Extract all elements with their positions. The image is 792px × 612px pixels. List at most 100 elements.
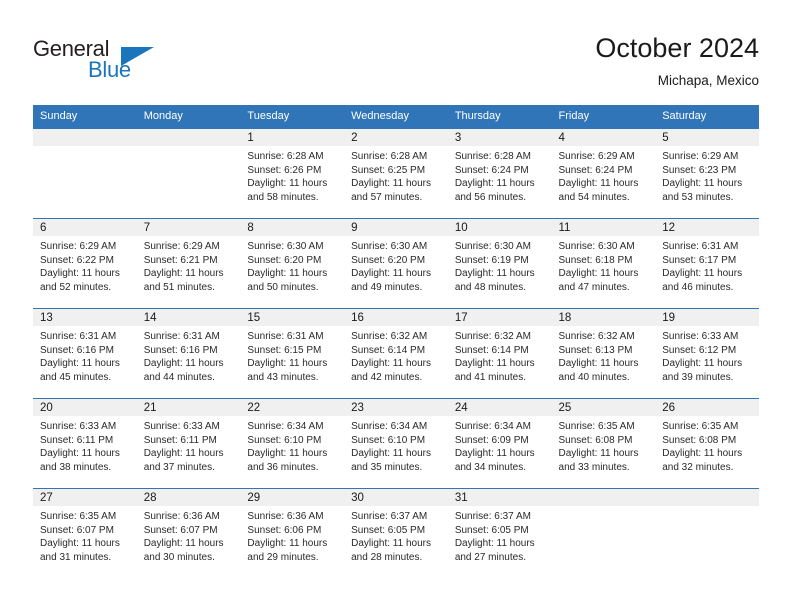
calendar-day-cell[interactable]: 27 Sunrise: 6:35 AM Sunset: 6:07 PM Dayligh… bbox=[33, 488, 137, 578]
day-cell-inner: 25 Sunrise: 6:35 AM Sunset: 6:08 PM Dayligh… bbox=[551, 399, 656, 488]
calendar-day-cell[interactable]: 24 Sunrise: 6:34 AM Sunset: 6:09 PM Dayligh… bbox=[447, 398, 552, 489]
calendar-day-cell[interactable]: 17 Sunrise: 6:32 AM Sunset: 6:14 PM Dayligh… bbox=[447, 308, 552, 399]
day-info-sunset: Sunset: 6:15 PM bbox=[247, 344, 322, 356]
calendar-day-cell[interactable]: 25 Sunrise: 6:35 AM Sunset: 6:08 PM Dayligh… bbox=[551, 398, 656, 489]
day-info: Sunrise: 6:30 AM Sunset: 6:19 PM Daylight:… bbox=[448, 236, 552, 294]
day-info-sunrise: Sunrise: 6:37 AM bbox=[351, 511, 428, 522]
day-cell-inner: 26 Sunrise: 6:35 AM Sunset: 6:08 PM Dayligh… bbox=[655, 399, 759, 488]
day-info-daylight2: and 47 minutes. bbox=[558, 281, 630, 293]
day-info-daylight2: and 50 minutes. bbox=[247, 281, 319, 293]
day-info-daylight1: Daylight: 11 hours bbox=[351, 448, 431, 460]
calendar-day-cell[interactable]: 18 Sunrise: 6:32 AM Sunset: 6:13 PM Dayligh… bbox=[551, 308, 656, 399]
day-cell-inner: 31 Sunrise: 6:37 AM Sunset: 6:05 PM Dayligh… bbox=[447, 489, 552, 578]
day-info-daylight1: Daylight: 11 hours bbox=[662, 448, 743, 460]
day-number: 6 bbox=[33, 219, 137, 236]
calendar-day-cell[interactable]: 20 Sunrise: 6:33 AM Sunset: 6:11 PM Dayligh… bbox=[33, 398, 137, 489]
calendar-day-cell[interactable]: 5 Sunrise: 6:29 AM Sunset: 6:23 PM Daylight… bbox=[655, 128, 759, 219]
day-info-daylight2: and 45 minutes. bbox=[40, 371, 112, 383]
masthead: General Blue October 2024 Michapa, Mexic… bbox=[0, 0, 792, 104]
day-cell-inner: 1 Sunrise: 6:28 AM Sunset: 6:26 PM Daylight… bbox=[240, 129, 345, 218]
day-info-sunrise: Sunrise: 6:32 AM bbox=[454, 331, 531, 342]
day-info-sunrise: Sunrise: 6:31 AM bbox=[247, 331, 324, 342]
day-info-sunset: Sunset: 6:08 PM bbox=[662, 434, 737, 446]
day-number: 20 bbox=[33, 399, 137, 416]
calendar-day-cell[interactable]: 7 Sunrise: 6:29 AM Sunset: 6:21 PM Daylight… bbox=[136, 218, 241, 309]
day-info-daylight1: Daylight: 11 hours bbox=[351, 178, 431, 190]
day-info-sunrise: Sunrise: 6:29 AM bbox=[662, 151, 739, 162]
day-info-sunrise: Sunrise: 6:30 AM bbox=[247, 241, 324, 252]
day-info-daylight1: Daylight: 11 hours bbox=[40, 538, 120, 550]
day-info-sunset: Sunset: 6:22 PM bbox=[40, 254, 114, 266]
calendar-day-cell[interactable]: 4 Sunrise: 6:29 AM Sunset: 6:24 PM Daylight… bbox=[551, 128, 656, 219]
day-info-sunrise: Sunrise: 6:28 AM bbox=[454, 151, 531, 162]
calendar-day-cell[interactable]: 3 Sunrise: 6:28 AM Sunset: 6:24 PM Daylight… bbox=[447, 128, 552, 219]
calendar-week-row: 20 Sunrise: 6:33 AM Sunset: 6:11 PM Dayligh… bbox=[33, 398, 759, 489]
calendar-day-cell[interactable]: 21 Sunrise: 6:33 AM Sunset: 6:11 PM Dayligh… bbox=[136, 398, 241, 489]
day-info-sunset: Sunset: 6:05 PM bbox=[351, 524, 426, 536]
day-info-daylight2: and 51 minutes. bbox=[143, 281, 215, 293]
day-info-sunrise: Sunrise: 6:31 AM bbox=[143, 331, 220, 342]
day-info-sunrise: Sunrise: 6:35 AM bbox=[40, 511, 117, 522]
calendar-day-cell-empty bbox=[33, 128, 137, 219]
day-info-sunrise: Sunrise: 6:30 AM bbox=[454, 241, 531, 252]
day-info-sunrise: Sunrise: 6:28 AM bbox=[247, 151, 324, 162]
day-info-sunset: Sunset: 6:18 PM bbox=[558, 254, 633, 266]
day-info-daylight2: and 30 minutes. bbox=[143, 551, 215, 563]
day-number: 19 bbox=[655, 309, 759, 326]
calendar-day-cell[interactable]: 13 Sunrise: 6:31 AM Sunset: 6:16 PM Dayligh… bbox=[33, 308, 137, 399]
day-info-daylight1: Daylight: 11 hours bbox=[40, 358, 120, 370]
day-info: Sunrise: 6:36 AM Sunset: 6:06 PM Daylight:… bbox=[240, 506, 344, 564]
calendar-day-cell[interactable]: 2 Sunrise: 6:28 AM Sunset: 6:25 PM Daylight… bbox=[344, 128, 448, 219]
calendar-day-cell[interactable]: 11 Sunrise: 6:30 AM Sunset: 6:18 PM Dayligh… bbox=[551, 218, 656, 309]
day-info-daylight1: Daylight: 11 hours bbox=[662, 268, 743, 280]
day-info-sunrise: Sunrise: 6:33 AM bbox=[662, 331, 739, 342]
day-info-daylight1: Daylight: 11 hours bbox=[143, 268, 224, 280]
weekday-header-monday: Monday bbox=[136, 105, 241, 129]
day-number: 26 bbox=[655, 399, 759, 416]
day-info-daylight2: and 57 minutes. bbox=[351, 191, 423, 203]
day-number: 31 bbox=[447, 489, 552, 506]
calendar-day-cell[interactable]: 8 Sunrise: 6:30 AM Sunset: 6:20 PM Daylight… bbox=[240, 218, 345, 309]
day-info: Sunrise: 6:32 AM Sunset: 6:14 PM Daylight:… bbox=[344, 326, 448, 384]
calendar-body: 1 Sunrise: 6:28 AM Sunset: 6:26 PM Daylight… bbox=[33, 128, 759, 578]
calendar-day-cell[interactable]: 6 Sunrise: 6:29 AM Sunset: 6:22 PM Daylight… bbox=[33, 218, 137, 309]
day-info: Sunrise: 6:35 AM Sunset: 6:07 PM Daylight:… bbox=[33, 506, 137, 564]
calendar-day-cell[interactable]: 16 Sunrise: 6:32 AM Sunset: 6:14 PM Dayligh… bbox=[344, 308, 448, 399]
calendar-day-cell[interactable]: 14 Sunrise: 6:31 AM Sunset: 6:16 PM Dayligh… bbox=[136, 308, 241, 399]
day-info-daylight1: Daylight: 11 hours bbox=[247, 178, 328, 190]
day-info-sunset: Sunset: 6:08 PM bbox=[558, 434, 633, 446]
day-cell-inner: 30 Sunrise: 6:37 AM Sunset: 6:05 PM Dayligh… bbox=[344, 489, 448, 578]
calendar-day-cell[interactable]: 12 Sunrise: 6:31 AM Sunset: 6:17 PM Dayligh… bbox=[655, 218, 759, 309]
day-info: Sunrise: 6:28 AM Sunset: 6:26 PM Daylight:… bbox=[240, 146, 344, 204]
calendar-day-cell[interactable]: 10 Sunrise: 6:30 AM Sunset: 6:19 PM Dayligh… bbox=[447, 218, 552, 309]
day-cell-inner: 2 Sunrise: 6:28 AM Sunset: 6:25 PM Daylight… bbox=[344, 129, 448, 218]
calendar-day-cell[interactable]: 29 Sunrise: 6:36 AM Sunset: 6:06 PM Dayligh… bbox=[240, 488, 345, 578]
day-number: 23 bbox=[344, 399, 448, 416]
calendar-day-cell[interactable]: 15 Sunrise: 6:31 AM Sunset: 6:15 PM Dayligh… bbox=[240, 308, 345, 399]
calendar-day-cell[interactable]: 1 Sunrise: 6:28 AM Sunset: 6:26 PM Daylight… bbox=[240, 128, 345, 219]
day-info-sunset: Sunset: 6:09 PM bbox=[454, 434, 529, 446]
calendar-day-cell[interactable]: 22 Sunrise: 6:34 AM Sunset: 6:10 PM Dayligh… bbox=[240, 398, 345, 489]
calendar-week-row: 1 Sunrise: 6:28 AM Sunset: 6:26 PM Daylight… bbox=[33, 128, 759, 219]
day-info-sunrise: Sunrise: 6:36 AM bbox=[247, 511, 324, 522]
day-info-daylight2: and 43 minutes. bbox=[247, 371, 319, 383]
brand-logo[interactable]: General Blue bbox=[33, 36, 253, 92]
calendar-day-cell[interactable]: 26 Sunrise: 6:35 AM Sunset: 6:08 PM Dayligh… bbox=[655, 398, 759, 489]
calendar-grid: Sunday Monday Tuesday Wednesday Thursday… bbox=[33, 105, 759, 578]
day-info-sunset: Sunset: 6:07 PM bbox=[143, 524, 218, 536]
calendar-day-cell[interactable]: 19 Sunrise: 6:33 AM Sunset: 6:12 PM Dayligh… bbox=[655, 308, 759, 399]
day-info-daylight2: and 52 minutes. bbox=[40, 281, 112, 293]
day-info-sunset: Sunset: 6:07 PM bbox=[40, 524, 114, 536]
calendar-day-cell[interactable]: 30 Sunrise: 6:37 AM Sunset: 6:05 PM Dayligh… bbox=[344, 488, 448, 578]
day-cell-inner: 21 Sunrise: 6:33 AM Sunset: 6:11 PM Dayligh… bbox=[136, 399, 241, 488]
day-info: Sunrise: 6:30 AM Sunset: 6:20 PM Daylight:… bbox=[240, 236, 344, 294]
day-info-sunset: Sunset: 6:14 PM bbox=[351, 344, 426, 356]
day-info-daylight2: and 49 minutes. bbox=[351, 281, 423, 293]
calendar-day-cell[interactable]: 9 Sunrise: 6:30 AM Sunset: 6:20 PM Daylight… bbox=[344, 218, 448, 309]
calendar-day-cell[interactable]: 31 Sunrise: 6:37 AM Sunset: 6:05 PM Dayligh… bbox=[447, 488, 552, 578]
day-info-daylight2: and 28 minutes. bbox=[351, 551, 423, 563]
calendar-day-cell[interactable]: 28 Sunrise: 6:36 AM Sunset: 6:07 PM Dayligh… bbox=[136, 488, 241, 578]
calendar-day-cell[interactable]: 23 Sunrise: 6:34 AM Sunset: 6:10 PM Dayligh… bbox=[344, 398, 448, 489]
day-cell-inner: 12 Sunrise: 6:31 AM Sunset: 6:17 PM Dayligh… bbox=[655, 219, 759, 308]
day-info: Sunrise: 6:34 AM Sunset: 6:10 PM Daylight:… bbox=[240, 416, 344, 474]
